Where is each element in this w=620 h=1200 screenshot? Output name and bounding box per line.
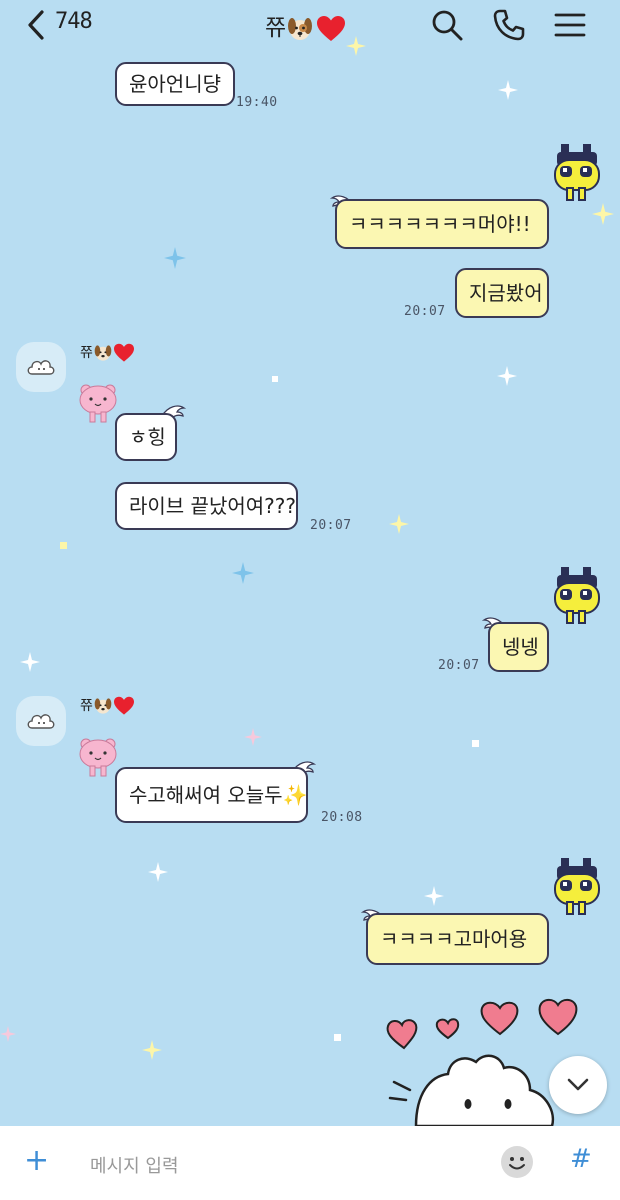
message-bubble-incoming[interactable]: 수고해써여 오늘두✨ [115,767,308,823]
hamburger-menu-icon[interactable] [553,8,587,42]
emoji-button-icon[interactable] [500,1145,534,1179]
message-bubble-incoming[interactable]: ㅎ힝 [115,413,177,461]
red-heart-icon [113,696,134,715]
message-text: ㅋㅋㅋㅋ고마어용 [380,927,528,951]
sender-name: 쮸 [80,695,135,716]
message-text: 수고해써여 오늘두✨ [129,783,308,807]
sparkle-icon [142,1040,162,1060]
message-time: 19:40 [236,95,278,110]
sparkle-dot [472,740,479,747]
pink-character-icon [79,738,117,777]
message-text: 윤아언니댱 [129,72,221,96]
message-bubble-outgoing[interactable]: 넹넹 [488,622,549,672]
sparkle-icon [232,562,254,584]
unread-count[interactable]: 748 [55,9,93,34]
message-bubble-outgoing[interactable]: ㅋㅋㅋㅋ고마어용 [366,913,549,965]
message-text: ㅋㅋㅋㅋㅋㅋㅋ머야!! [349,212,531,236]
message-bubble-outgoing[interactable]: ㅋㅋㅋㅋㅋㅋㅋ머야!! [335,199,549,249]
red-heart-icon [317,15,346,41]
sparkle-icon [0,1026,16,1042]
message-time: 20:07 [404,304,446,319]
attach-plus-button[interactable]: + [24,1146,49,1176]
my-avatar-character-icon[interactable] [551,565,603,631]
sparkle-icon [346,36,366,56]
message-bubble-incoming[interactable]: 라이브 끝났어여??? [115,482,298,530]
chat-title-text: 쮸 [265,15,287,41]
my-avatar-character-icon[interactable] [551,856,603,922]
message-text: 넹넹 [502,635,539,659]
cloud-icon [27,714,55,729]
dog-face-icon [94,698,112,714]
sparkle-icon [148,862,168,882]
phone-icon[interactable] [492,8,526,42]
sparkle-icon [424,886,444,906]
sparkle-icon [498,80,518,100]
chevron-down-icon [567,1078,589,1091]
message-time: 20:07 [310,518,352,533]
sparkle-dot [60,542,67,549]
red-heart-icon [113,343,134,362]
hashtag-search-button[interactable]: # [570,1146,592,1172]
my-avatar-character-icon[interactable] [551,142,603,208]
sender-name: 쮸 [80,342,135,363]
message-text: ㅎ힝 [129,425,166,449]
search-icon[interactable] [430,8,464,42]
message-bubble-outgoing[interactable]: 지금봤어 [455,268,549,318]
dog-face-icon [94,345,112,361]
sparkle-icon [389,514,409,534]
message-text: 라이브 끝났어여??? [129,494,297,518]
chat-title: 쮸 [265,8,346,43]
scroll-to-bottom-button[interactable] [549,1056,607,1114]
message-input[interactable]: 메시지 입력 [90,1152,179,1178]
message-time: 20:08 [321,810,363,825]
back-arrow-icon[interactable] [22,8,52,42]
pink-character-icon [79,384,117,423]
sparkle-dot [334,1034,341,1041]
message-text: 지금봤어 [469,281,543,305]
sparkle-icon [244,728,262,746]
message-time: 20:07 [438,658,480,673]
sparkle-dot [272,376,278,382]
sparkle-icon [20,652,40,672]
chat-header: 748 쮸 [0,0,620,52]
sparkle-icon [164,247,186,269]
sparkle-icon [497,366,517,386]
cloud-icon [27,360,55,375]
dog-face-icon [288,17,313,40]
message-bubble-incoming[interactable]: 윤아언니댱 [115,62,235,106]
